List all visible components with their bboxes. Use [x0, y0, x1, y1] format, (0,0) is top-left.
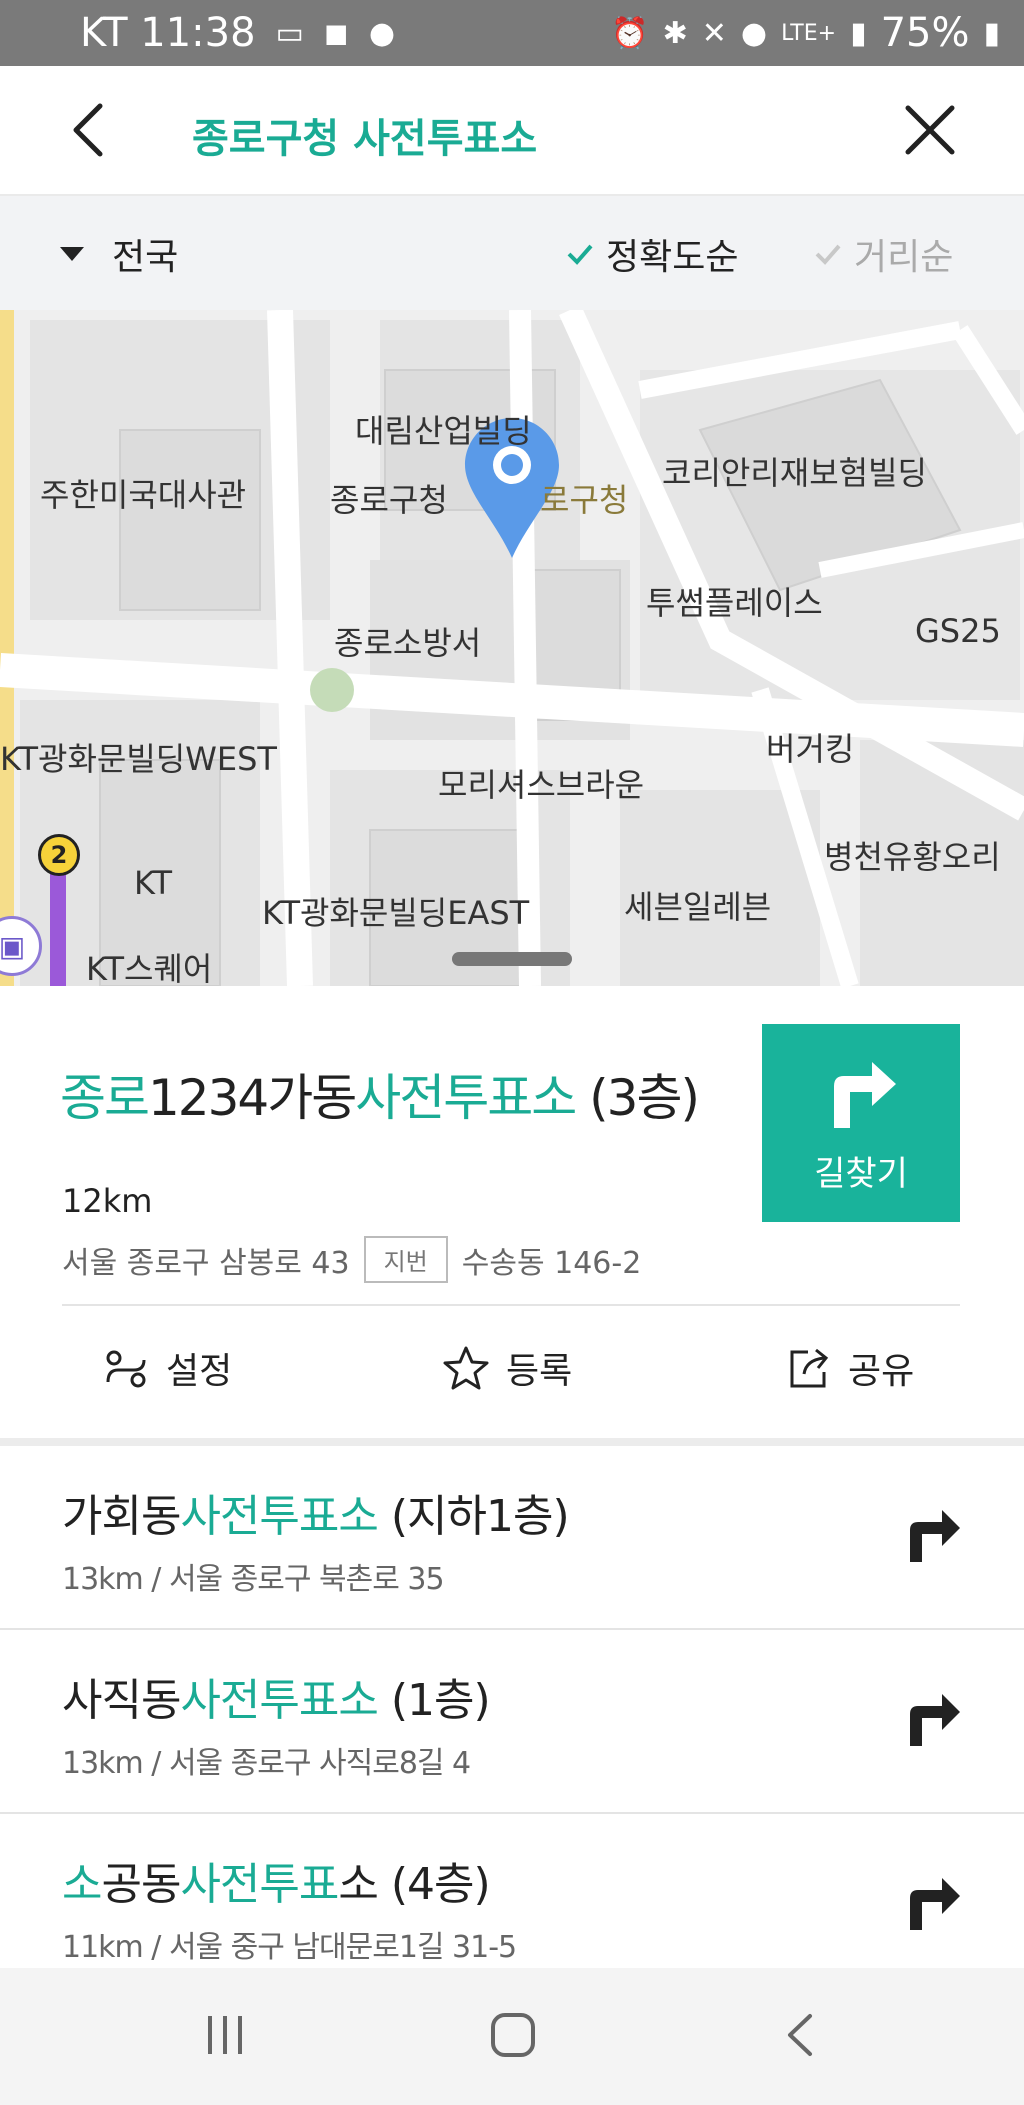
- map-label-daelim[interactable]: 대림산업빌딩: [355, 406, 532, 452]
- map-label-kt-east[interactable]: KT광화문빌딩EAST: [262, 888, 529, 934]
- section-separator: [0, 1438, 1024, 1446]
- recent-apps-icon[interactable]: [200, 2010, 250, 2060]
- place-name[interactable]: 종로1234가동사전투표소 (3층): [60, 1058, 700, 1130]
- home-icon[interactable]: [488, 2010, 538, 2060]
- search-query-title[interactable]: 종로구청 사전투표소: [192, 106, 537, 164]
- map-label-gs25[interactable]: GS25: [915, 612, 1001, 650]
- list-item-detail: 13km / 서울 종로구 사직로8길 4: [62, 1746, 471, 1781]
- list-item-name: 소공동사전투표소 (4층): [62, 1859, 491, 1910]
- carrier-time: KT 11:38: [80, 10, 256, 56]
- region-dropdown[interactable]: 전국: [60, 228, 178, 280]
- settings-button[interactable]: 설정: [104, 1342, 232, 1394]
- place-distance: 12km: [62, 1182, 153, 1220]
- signal-icon: ▮: [850, 15, 867, 51]
- register-button[interactable]: 등록: [442, 1342, 572, 1394]
- directions-label: 길찾기: [814, 1153, 908, 1194]
- sort-distance-label: 거리순: [854, 237, 954, 278]
- check-icon: [815, 244, 841, 265]
- map-label-seven-eleven[interactable]: 세븐일레븐: [624, 882, 771, 928]
- place-address-row: 서울 종로구 삼봉로 43 지번 수송동 146-2: [62, 1236, 641, 1283]
- sort-accuracy-label: 정확도순: [606, 237, 739, 278]
- location-icon: ●: [740, 15, 768, 51]
- battery-icon: ▮: [983, 15, 1000, 51]
- subway-line-badge[interactable]: 2: [38, 834, 80, 876]
- directions-arrow-icon[interactable]: [904, 1874, 964, 1934]
- map-label-tuthum[interactable]: 투썸플레이스: [646, 578, 823, 624]
- check-icon: [567, 244, 593, 265]
- map-label-us-embassy[interactable]: 주한미국대사관: [40, 470, 246, 516]
- list-item[interactable]: 가회동사전투표소 (지하1층) 13km / 서울 종로구 북촌로 35: [0, 1446, 1024, 1630]
- close-icon[interactable]: [900, 100, 960, 160]
- search-header: 종로구청 사전투표소: [0, 66, 1024, 196]
- turn-right-arrow-icon: [834, 1061, 896, 1128]
- list-item-name: 사직동사전투표소 (1층): [62, 1675, 491, 1726]
- map-label-burger-king[interactable]: 버거킹: [766, 724, 854, 770]
- region-label: 전국: [112, 237, 179, 278]
- system-navigation-bar: [0, 1968, 1024, 2105]
- network-type: LTE+: [781, 20, 837, 46]
- filter-bar: 전국 정확도순 거리순: [0, 196, 1024, 310]
- alarm-icon: ⏰: [611, 15, 649, 51]
- map-label-morrisons[interactable]: 모리셔스브라운: [438, 760, 644, 806]
- map-label-byeongcheon[interactable]: 병천유황오리: [824, 832, 1001, 878]
- map-view[interactable]: 대림산업빌딩 코리안리재보험빌딩 주한미국대사관 종로구청 로구청 투썸플레이스…: [0, 310, 1024, 986]
- star-icon: [443, 1346, 489, 1390]
- dropdown-triangle-icon: [60, 247, 84, 261]
- list-item-detail: 11km / 서울 중구 남대문로1길 31-5: [62, 1930, 517, 1965]
- map-label-kt[interactable]: KT: [134, 864, 172, 902]
- battery-percent: 75%: [880, 10, 970, 56]
- map-label-fire-station[interactable]: 종로소방서: [334, 618, 481, 664]
- map-label-gu-office-marker[interactable]: 로구청: [540, 475, 628, 521]
- system-back-icon[interactable]: [776, 2010, 826, 2060]
- map-label-kt-west[interactable]: KT광화문빌딩WEST: [0, 734, 277, 780]
- message-notification-icon: ◼: [323, 15, 349, 51]
- status-bar: KT 11:38 ▭ ◼ ● ⏰ ✱ ✕ ● LTE+ ▮ 75% ▮: [0, 0, 1024, 66]
- sort-distance-option[interactable]: 거리순: [814, 228, 953, 280]
- list-item-detail: 13km / 서울 종로구 북촌로 35: [62, 1562, 445, 1597]
- selected-place-card: 종로1234가동사전투표소 (3층) 길찾기 12km 서울 종로구 삼봉로 4…: [0, 986, 1024, 1438]
- navigation-notification-icon: ●: [368, 15, 395, 51]
- blog-notification-icon: ▭: [275, 15, 304, 51]
- directions-arrow-icon[interactable]: [904, 1506, 964, 1566]
- jibun-badge: 지번: [363, 1236, 448, 1283]
- back-arrow-icon[interactable]: [60, 100, 120, 160]
- list-item[interactable]: 사직동사전투표소 (1층) 13km / 서울 종로구 사직로8길 4: [0, 1630, 1024, 1814]
- sort-accuracy-option[interactable]: 정확도순: [566, 228, 738, 280]
- share-icon: [790, 1348, 829, 1388]
- map-label-korean-re[interactable]: 코리안리재보험빌딩: [662, 448, 927, 494]
- road-address: 서울 종로구 삼봉로 43: [62, 1245, 350, 1281]
- divider: [62, 1304, 960, 1306]
- list-item-name: 가회동사전투표소 (지하1층): [62, 1491, 570, 1542]
- map-label-jongno-gu-office[interactable]: 종로구청: [330, 475, 448, 521]
- bluetooth-icon: ✱: [662, 15, 688, 51]
- directions-button[interactable]: 길찾기: [762, 1024, 960, 1222]
- map-label-kt-square[interactable]: KT스퀘어: [86, 944, 212, 986]
- directions-arrow-icon[interactable]: [904, 1690, 964, 1750]
- route-settings-icon: [106, 1350, 146, 1388]
- share-button[interactable]: 공유: [786, 1342, 914, 1394]
- jibun-address: 수송동 146-2: [461, 1245, 642, 1281]
- mute-icon: ✕: [701, 15, 727, 51]
